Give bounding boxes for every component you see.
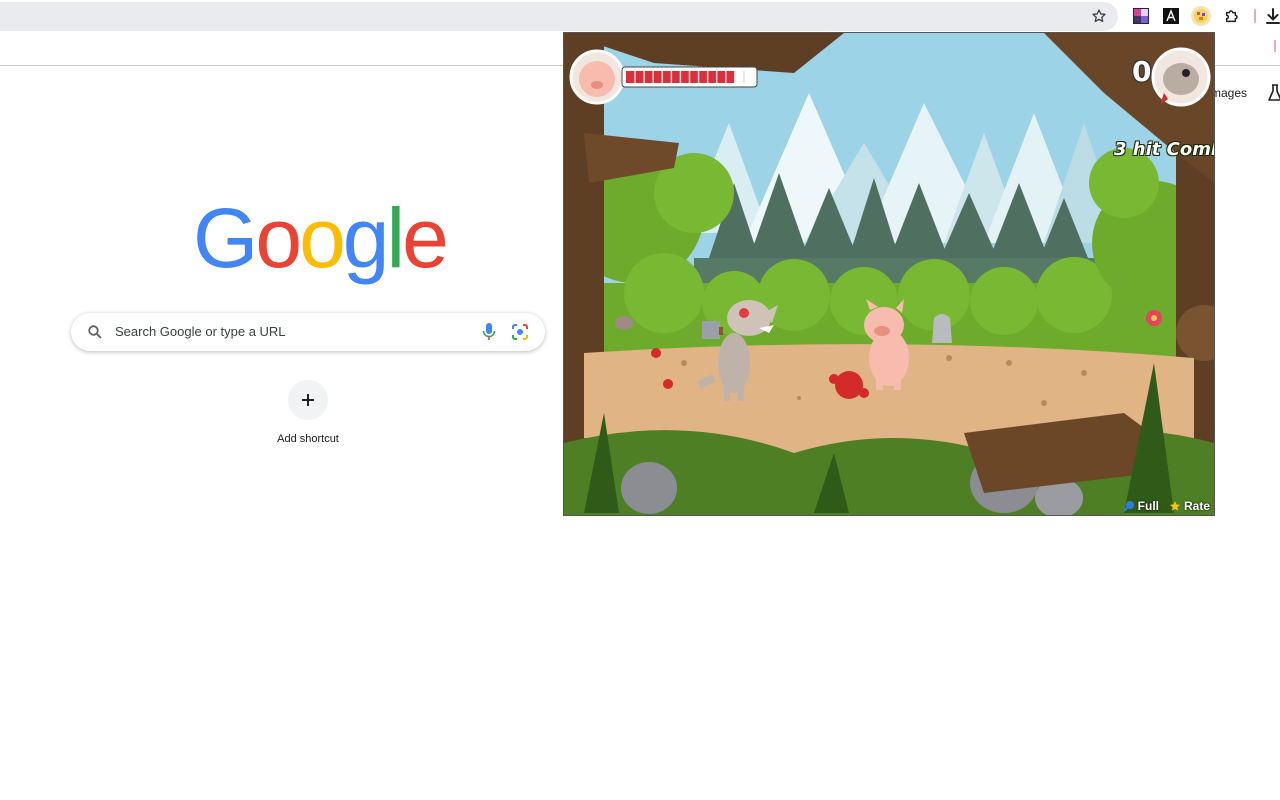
- logo-letter: o: [255, 191, 302, 285]
- download-icon[interactable]: [1264, 6, 1280, 26]
- kill-score: 0: [1132, 55, 1152, 88]
- plus-icon: [288, 380, 328, 420]
- page-edge-marker: [1274, 40, 1276, 52]
- labs-flask-icon[interactable]: [1268, 84, 1280, 102]
- logo-letter: g: [342, 191, 390, 285]
- logo-letter: l: [386, 191, 406, 285]
- enemy-hud: [1151, 47, 1211, 107]
- lens-search-icon[interactable]: [511, 323, 529, 341]
- mushroom: [615, 316, 633, 330]
- images-link[interactable]: mages: [1211, 86, 1247, 100]
- extensions-puzzle-icon[interactable]: [1222, 6, 1242, 26]
- address-bar[interactable]: [0, 2, 1118, 31]
- bookmark-star-icon[interactable]: [1088, 5, 1110, 27]
- search-placeholder: Search Google or type a URL: [115, 324, 286, 339]
- logo-letter: o: [299, 191, 346, 285]
- search-icon: [88, 325, 102, 339]
- fullscreen-pin-icon: [1122, 501, 1134, 512]
- full-label: Full: [1137, 499, 1159, 513]
- browser-toolbar: [0, 0, 1280, 33]
- full-screen-button[interactable]: Full: [1122, 499, 1159, 513]
- game-canvas[interactable]: [564, 33, 1214, 515]
- rate-button[interactable]: Rate: [1169, 499, 1210, 513]
- google-logo: Google: [193, 191, 449, 285]
- star-icon: [1169, 501, 1180, 511]
- gravestone: [932, 314, 952, 343]
- voice-search-icon[interactable]: [481, 322, 497, 342]
- logo-letter: G: [193, 191, 258, 285]
- logo-letter: e: [402, 191, 449, 285]
- game-popup[interactable]: 0 3 hit ComBo Full Rate: [563, 32, 1215, 516]
- combo-counter: 3 hit ComBo: [1114, 139, 1214, 160]
- search-input[interactable]: Search Google or type a URL: [71, 313, 545, 351]
- add-shortcut-label: Add shortcut: [277, 433, 339, 445]
- rate-label: Rate: [1183, 499, 1210, 513]
- add-shortcut-button[interactable]: Add shortcut: [258, 378, 358, 454]
- toolbar-separator: [1254, 9, 1256, 23]
- game-footer: Full Rate: [1122, 499, 1210, 513]
- puzzle-art-extension-icon[interactable]: [1131, 6, 1151, 26]
- game-extension-icon[interactable]: [1191, 6, 1211, 26]
- black-square-a-extension-icon[interactable]: [1161, 6, 1181, 26]
